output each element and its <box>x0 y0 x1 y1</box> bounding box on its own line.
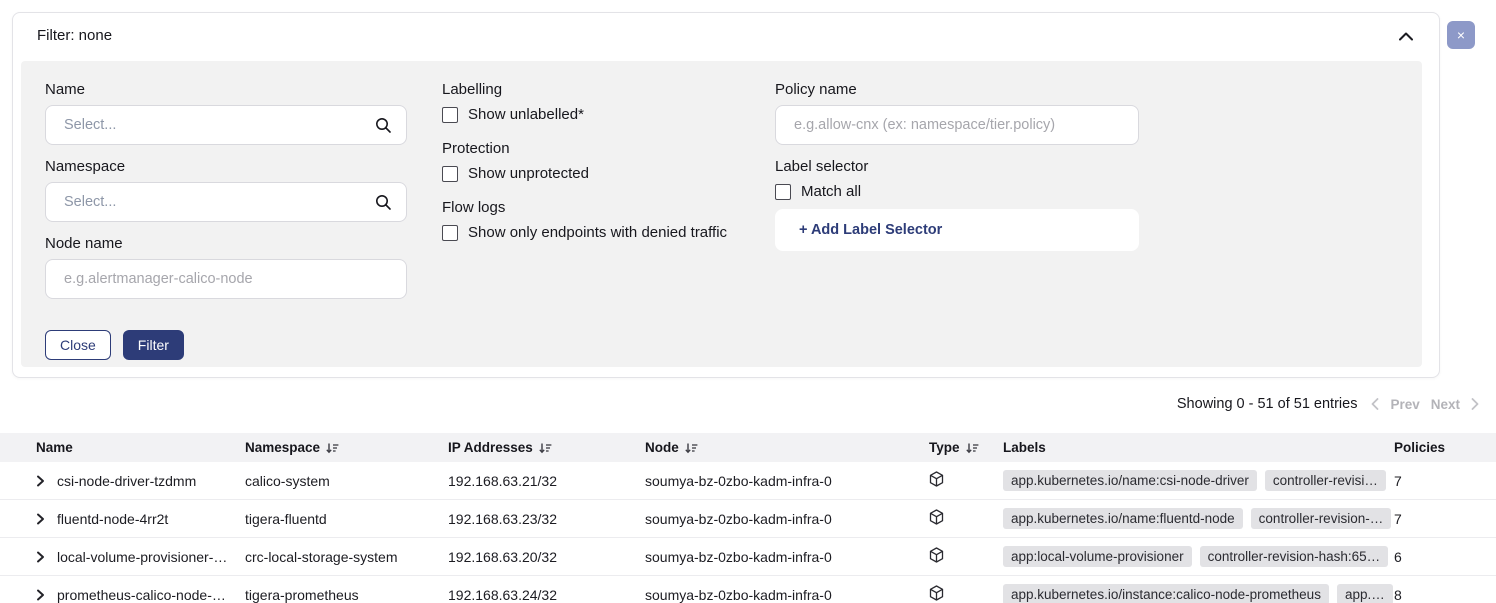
cube-icon <box>929 471 944 487</box>
filter-form: Name Select... Namespace Select... Node … <box>21 61 1422 367</box>
namespace-select-placeholder: Select... <box>64 194 375 210</box>
search-icon <box>375 194 392 211</box>
collapse-filter-button[interactable] <box>1395 25 1417 48</box>
policies-count: 8 <box>1394 587 1496 603</box>
table-row: prometheus-calico-node-… tigera-promethe… <box>0 576 1496 603</box>
endpoint-ip: 192.168.63.20/32 <box>448 549 645 565</box>
label-chip: controller-revisi… <box>1265 470 1386 491</box>
add-label-selector-button[interactable]: + Add Label Selector <box>775 209 1139 251</box>
chevron-right-icon[interactable] <box>1471 398 1479 410</box>
close-button[interactable]: Close <box>45 330 111 360</box>
prev-page-button[interactable]: Prev <box>1390 397 1419 412</box>
show-unprotected-checkbox[interactable] <box>442 166 458 182</box>
search-icon <box>375 117 392 134</box>
column-header-policies: Policies <box>1394 440 1496 455</box>
labelling-section-label: Labelling <box>442 81 742 98</box>
denied-traffic-checkbox[interactable] <box>442 225 458 241</box>
show-unlabelled-label: Show unlabelled* <box>468 106 584 123</box>
endpoints-page: Filter: none Name Select... Namespace <box>0 0 1496 603</box>
label-chip: controller-revision-hash:65… <box>1200 546 1389 567</box>
close-icon: × <box>1457 27 1465 43</box>
name-select[interactable]: Select... <box>45 105 407 145</box>
node-name-input[interactable] <box>45 259 407 299</box>
denied-traffic-label: Show only endpoints with denied traffic <box>468 224 727 241</box>
endpoint-ip: 192.168.63.24/32 <box>448 587 645 603</box>
endpoint-name: local-volume-provisioner-… <box>57 549 227 565</box>
protection-section-label: Protection <box>442 140 742 157</box>
filter-button[interactable]: Filter <box>123 330 184 360</box>
endpoint-name: prometheus-calico-node-… <box>57 587 226 603</box>
endpoint-node: soumya-bz-0zbo-kadm-infra-0 <box>645 511 929 527</box>
chevron-left-icon[interactable] <box>1371 398 1379 410</box>
policy-name-filter-label: Policy name <box>775 81 1139 98</box>
expand-row-icon[interactable] <box>36 551 45 563</box>
table-header-row: Name Namespace IP Addresses Node Type La… <box>0 433 1496 462</box>
endpoint-name: csi-node-driver-tzdmm <box>57 473 196 489</box>
namespace-select[interactable]: Select... <box>45 182 407 222</box>
endpoint-name: fluentd-node-4rr2t <box>57 511 168 527</box>
filter-panel: Filter: none Name Select... Namespace <box>12 12 1440 378</box>
show-unlabelled-checkbox[interactable] <box>442 107 458 123</box>
label-selector-section-label: Label selector <box>775 158 1139 175</box>
endpoints-table: Name Namespace IP Addresses Node Type La… <box>0 433 1496 603</box>
name-filter-label: Name <box>45 81 407 98</box>
sort-icon <box>966 442 979 454</box>
chevron-up-icon <box>1399 32 1413 41</box>
cube-icon <box>929 547 944 563</box>
endpoint-namespace: crc-local-storage-system <box>245 549 448 565</box>
column-header-name: Name <box>36 440 245 455</box>
label-chip: app:local-volume-provisioner <box>1003 546 1192 567</box>
endpoint-ip: 192.168.63.23/32 <box>448 511 645 527</box>
column-header-namespace[interactable]: Namespace <box>245 440 448 455</box>
label-chip: app.kubernetes.io/instance:calico-node-p… <box>1003 584 1329 603</box>
policy-name-input[interactable] <box>775 105 1139 145</box>
cube-icon <box>929 585 944 601</box>
label-chip: app.kubernetes.io/name:fluentd-node <box>1003 508 1243 529</box>
policies-count: 7 <box>1394 473 1496 489</box>
show-unprotected-label: Show unprotected <box>468 165 589 182</box>
expand-row-icon[interactable] <box>36 513 45 525</box>
endpoint-ip: 192.168.63.21/32 <box>448 473 645 489</box>
next-page-button[interactable]: Next <box>1431 397 1460 412</box>
expand-row-icon[interactable] <box>36 589 45 601</box>
endpoint-node: soumya-bz-0zbo-kadm-infra-0 <box>645 473 929 489</box>
close-filter-panel-button[interactable]: × <box>1447 21 1475 49</box>
endpoint-node: soumya-bz-0zbo-kadm-infra-0 <box>645 587 929 603</box>
expand-row-icon[interactable] <box>36 475 45 487</box>
column-header-ip-addresses[interactable]: IP Addresses <box>448 440 645 455</box>
column-header-labels: Labels <box>1003 440 1394 455</box>
column-header-node[interactable]: Node <box>645 440 929 455</box>
endpoint-namespace: calico-system <box>245 473 448 489</box>
endpoint-namespace: tigera-fluentd <box>245 511 448 527</box>
table-row: csi-node-driver-tzdmm calico-system 192.… <box>0 462 1496 500</box>
cube-icon <box>929 509 944 525</box>
sort-icon <box>539 442 552 454</box>
column-header-type[interactable]: Type <box>929 440 1003 455</box>
name-select-placeholder: Select... <box>64 117 375 133</box>
flow-logs-section-label: Flow logs <box>442 199 742 216</box>
namespace-filter-label: Namespace <box>45 158 407 175</box>
label-chip: app.… <box>1337 584 1393 603</box>
endpoint-node: soumya-bz-0zbo-kadm-infra-0 <box>645 549 929 565</box>
policies-count: 7 <box>1394 511 1496 527</box>
table-row: fluentd-node-4rr2t tigera-fluentd 192.16… <box>0 500 1496 538</box>
label-chip: app.kubernetes.io/name:csi-node-driver <box>1003 470 1257 491</box>
label-chip: controller-revision-… <box>1251 508 1392 529</box>
node-name-filter-label: Node name <box>45 235 407 252</box>
endpoint-namespace: tigera-prometheus <box>245 587 448 603</box>
policies-count: 6 <box>1394 549 1496 565</box>
sort-icon <box>326 442 339 454</box>
match-all-label: Match all <box>801 183 861 200</box>
filter-title: Filter: none <box>37 27 112 44</box>
entries-summary: Showing 0 - 51 of 51 entries <box>1177 396 1358 412</box>
sort-icon <box>685 442 698 454</box>
match-all-checkbox[interactable] <box>775 184 791 200</box>
pagination: Showing 0 - 51 of 51 entries Prev Next <box>1177 396 1479 412</box>
table-row: local-volume-provisioner-… crc-local-sto… <box>0 538 1496 576</box>
filter-panel-header: Filter: none <box>13 13 1439 59</box>
